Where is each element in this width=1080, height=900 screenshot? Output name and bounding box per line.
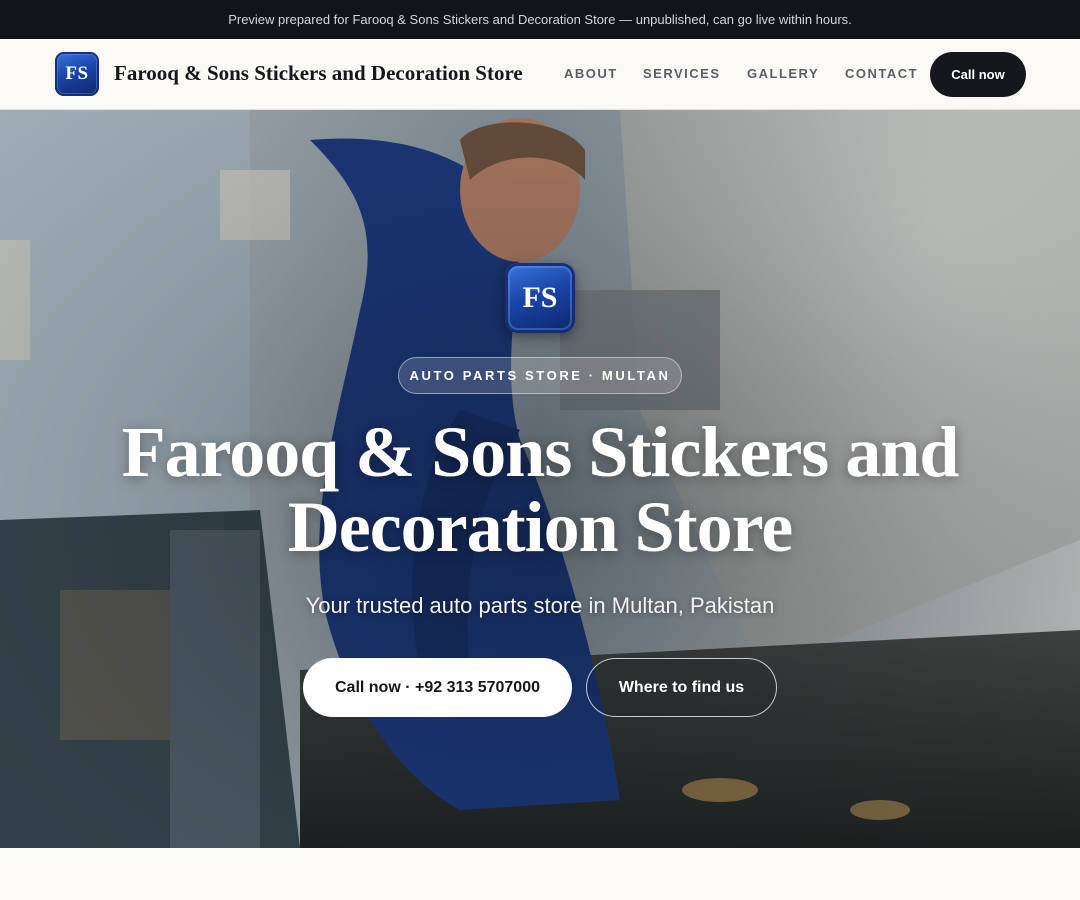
brand-name[interactable]: Farooq & Sons Stickers and Decoration St… — [114, 61, 523, 86]
nav-link-contact[interactable]: CONTACT — [845, 66, 918, 81]
hero-logo: FS — [505, 263, 575, 333]
site-header: FS Farooq & Sons Stickers and Decoration… — [0, 39, 1080, 110]
hero-title: Farooq & Sons Stickers and Decoration St… — [121, 412, 960, 567]
hero-logo-text: FS — [522, 281, 558, 314]
preview-banner-text: Preview prepared for Farooq & Sons Stick… — [228, 12, 852, 27]
where-to-find-us-button[interactable]: Where to find us — [586, 658, 777, 717]
category-badge: AUTO PARTS STORE · MULTAN — [398, 357, 682, 394]
brand-logo[interactable]: FS — [55, 52, 99, 96]
brand-logo-text: FS — [65, 63, 89, 84]
nav-link-gallery[interactable]: GALLERY — [747, 66, 819, 81]
nav-call-button[interactable]: Call now — [930, 52, 1026, 97]
hero-section: FS AUTO PARTS STORE · MULTAN Farooq & So… — [0, 110, 1080, 848]
preview-banner: Preview prepared for Farooq & Sons Stick… — [0, 0, 1080, 39]
nav-link-about[interactable]: ABOUT — [564, 66, 618, 81]
call-now-button[interactable]: Call now · +92 313 5707000 — [303, 658, 572, 717]
nav-link-services[interactable]: SERVICES — [643, 66, 721, 81]
hero-subtitle: Your trusted auto parts store in Multan,… — [305, 593, 775, 618]
